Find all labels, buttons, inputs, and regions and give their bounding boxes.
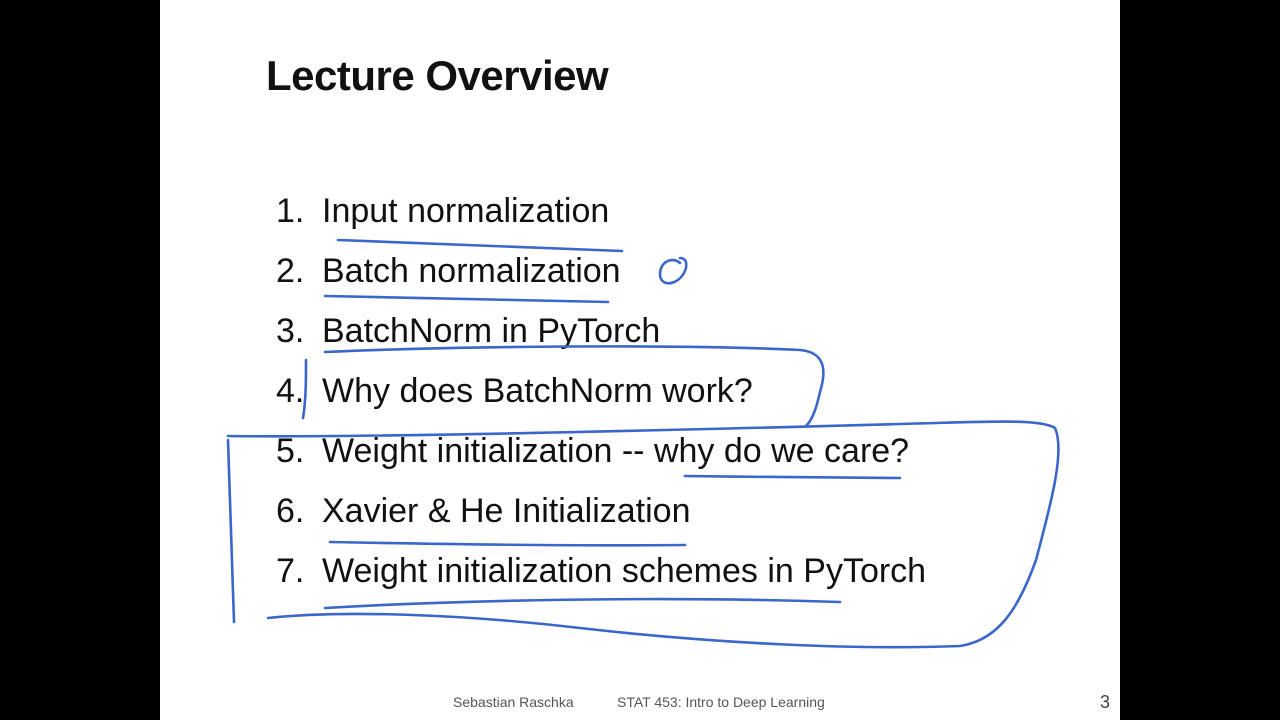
- outline-item-4: 4. Why does BatchNorm work?: [276, 368, 926, 428]
- footer-course: STAT 453: Intro to Deep Learning: [617, 694, 825, 710]
- outline-item-text: Weight initialization -- why do we care?: [322, 432, 910, 470]
- outline-item-6: 6. Xavier & He Initialization: [276, 488, 926, 548]
- page-number: 3: [1099, 692, 1110, 712]
- outline-item-5: 5. Weight initialization -- why do we car…: [276, 428, 926, 488]
- outline-item-text: BatchNorm in PyTorch: [322, 312, 661, 350]
- outline-item-number: 6.: [276, 492, 305, 530]
- outline-item-text: Weight initialization schemes in PyTorch: [322, 552, 927, 590]
- outline-item-1: 1. Input normalization: [276, 188, 926, 248]
- slide-title: Lecture Overview: [266, 52, 609, 99]
- outline-item-2: 2. Batch normalization: [276, 248, 926, 308]
- outline-item-number: 2.: [276, 252, 305, 290]
- outline-item-3: 3. BatchNorm in PyTorch: [276, 308, 926, 368]
- outline-item-7: 7. Weight initialization schemes in PyTor…: [276, 548, 926, 608]
- outline-item-number: 4.: [276, 372, 305, 410]
- outline-item-text: Batch normalization: [322, 252, 621, 290]
- footer-author: Sebastian Raschka: [453, 694, 574, 710]
- outline-item-text: Input normalization: [322, 192, 610, 230]
- outline-item-number: 7.: [276, 552, 305, 590]
- outline-item-number: 3.: [276, 312, 305, 350]
- outline-item-number: 1.: [276, 192, 305, 230]
- outline-item-text: Xavier & He Initialization: [322, 492, 691, 530]
- slide: Lecture Overview 1. Input normalization 2…: [160, 0, 1120, 720]
- outline-list: 1. Input normalization 2. Batch normalizat…: [276, 188, 926, 608]
- screen: Lecture Overview 1. Input normalization 2…: [0, 0, 1280, 720]
- outline-item-text: Why does BatchNorm work?: [322, 372, 753, 410]
- outline-item-number: 5.: [276, 432, 305, 470]
